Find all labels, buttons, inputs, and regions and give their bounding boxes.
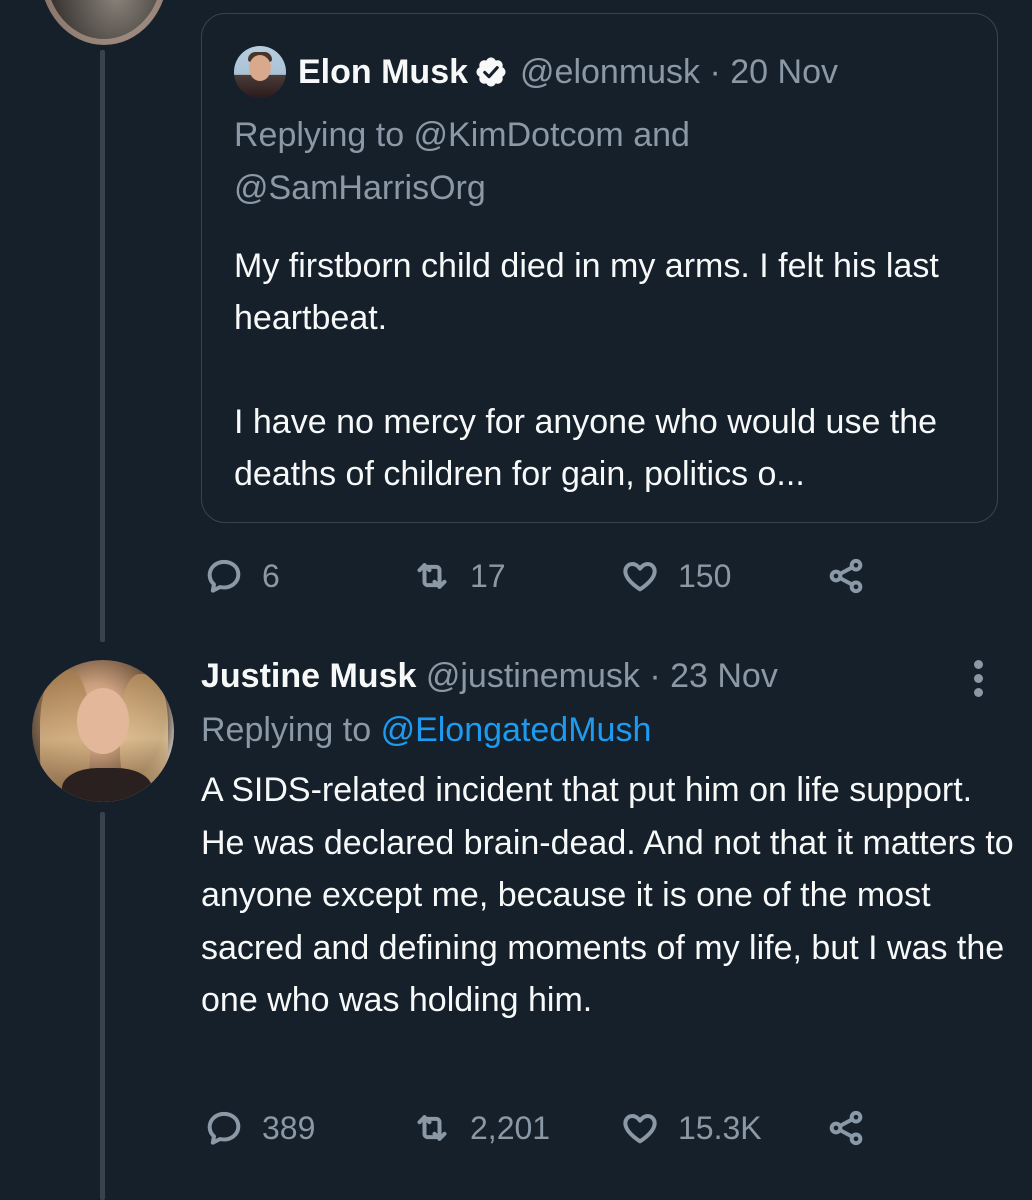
reply-action[interactable]: 389 <box>204 1108 315 1148</box>
reply-author-handle-date[interactable]: @justinemusk · 23 Nov <box>426 657 778 695</box>
retweet-action[interactable]: 17 <box>412 556 506 596</box>
replying-to-prefix: Replying to <box>201 711 372 749</box>
quoted-tweet-actions: 6 17 150 <box>0 556 1032 600</box>
reply-author-name[interactable]: Justine Musk <box>201 657 416 695</box>
reply-replying-to: Replying to @ElongatedMush <box>201 706 651 754</box>
quoted-author-avatar[interactable] <box>234 46 286 98</box>
quoted-author-handle-date[interactable]: @elonmusk · 20 Nov <box>520 53 838 92</box>
thread-line-top <box>100 50 105 642</box>
heart-icon <box>623 562 657 592</box>
quoted-author-name[interactable]: Elon Musk <box>298 53 468 92</box>
reply-tweet-actions: 389 2,201 15.3K <box>0 1108 1032 1152</box>
like-action[interactable]: 150 <box>620 556 731 596</box>
like-action[interactable]: 15.3K <box>620 1108 762 1148</box>
retweet-icon <box>417 1115 447 1141</box>
reply-author-avatar[interactable] <box>32 660 174 802</box>
quoted-replying-to: Replying to @KimDotcom and @SamHarrisOrg <box>234 116 690 207</box>
reply-tweet-text: A SIDS-related incident that put him on … <box>201 771 1014 1019</box>
reply-count: 6 <box>262 557 280 594</box>
quoted-tweet-card[interactable]: Elon Musk @elonmusk · 20 Nov Replying to… <box>201 13 998 523</box>
share-icon <box>829 558 863 594</box>
share-action[interactable] <box>826 1108 866 1148</box>
replying-to-handle-link[interactable]: @ElongatedMush <box>381 711 652 749</box>
like-count: 15.3K <box>678 1109 762 1146</box>
more-options-icon[interactable] <box>974 660 986 702</box>
reply-tweet-header: Justine Musk @justinemusk · 23 Nov <box>201 652 778 700</box>
retweet-count: 2,201 <box>470 1109 551 1146</box>
retweet-action[interactable]: 2,201 <box>412 1108 550 1148</box>
retweet-count: 17 <box>470 557 506 594</box>
reply-icon <box>207 559 241 593</box>
share-icon <box>829 1110 863 1146</box>
quoted-tweet-paragraph-1: My firstborn child died in my arms. I fe… <box>234 247 939 337</box>
verified-badge-icon <box>476 57 506 87</box>
quoted-tweet-paragraph-2: I have no mercy for anyone who would use… <box>234 403 938 493</box>
reply-icon <box>207 1111 241 1145</box>
like-count: 150 <box>678 557 732 594</box>
retweet-icon <box>417 563 447 589</box>
quoted-tweet-text: My firstborn child died in my arms. I fe… <box>234 240 994 500</box>
share-action[interactable] <box>826 556 866 596</box>
previous-author-avatar[interactable] <box>40 0 168 45</box>
quoted-tweet-header: Elon Musk @elonmusk · 20 Nov <box>234 46 838 98</box>
heart-icon <box>623 1114 657 1144</box>
reply-count: 389 <box>262 1109 316 1146</box>
reply-action[interactable]: 6 <box>204 556 280 596</box>
